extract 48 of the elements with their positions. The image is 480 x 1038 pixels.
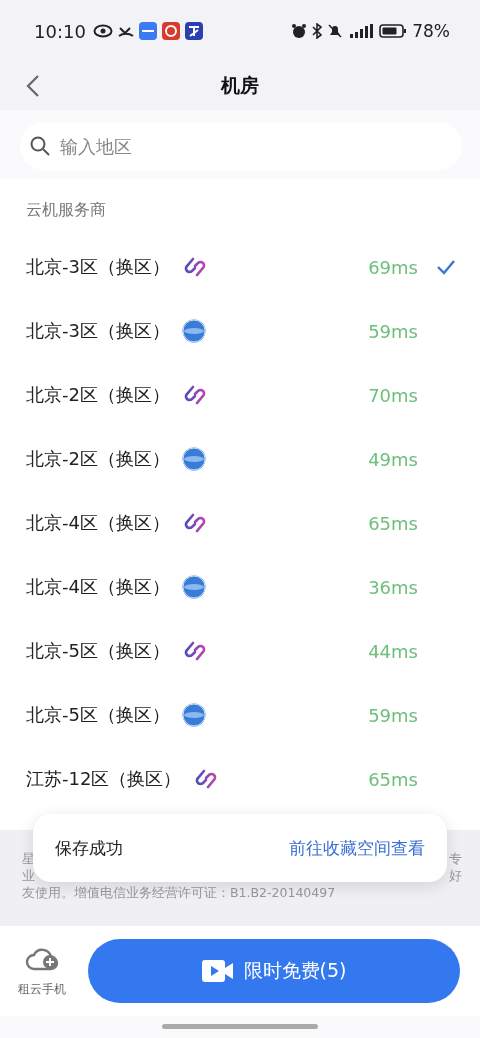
server-room-item[interactable]: 北京-4区（换区） 65ms [0, 491, 480, 555]
notice-text: 业 [22, 867, 35, 884]
server-room-item[interactable]: 北京-5区（换区） 44ms [0, 619, 480, 683]
alarm-icon [291, 23, 308, 39]
latency-text: 65ms [368, 768, 418, 790]
notice-text: 好 [449, 867, 462, 884]
status-time: 10:10 [34, 20, 86, 42]
server-room-item[interactable]: 北京-3区（换区） 59ms [0, 299, 480, 363]
mute-bell-icon [327, 23, 344, 39]
back-icon[interactable] [26, 74, 40, 98]
signal-icon [348, 23, 375, 39]
battery-level: 78% [412, 21, 450, 41]
latency-text: 59ms [368, 704, 418, 726]
toast-link[interactable]: 前往收藏空间查看 [289, 839, 425, 857]
notice-text: 星 [22, 850, 35, 867]
app-icon [184, 22, 203, 40]
eye-icon [92, 24, 113, 38]
latency-text: 49ms [368, 448, 418, 470]
server-room-item[interactable]: 北京-3区（换区） 69ms [0, 235, 480, 299]
globe-logo-icon [181, 703, 206, 727]
server-room-item[interactable]: 北京-2区（换区） 49ms [0, 427, 480, 491]
latency-text: 70ms [368, 384, 418, 406]
section-title: 云机服务商 [25, 199, 107, 221]
app-icon [138, 22, 157, 40]
server-room-item[interactable]: 北京-5区（换区） 59ms [0, 683, 480, 747]
globe-logo-icon [181, 575, 206, 599]
notice-text: 友使用。增值电信业务经营许可证：B1.B2-20140497 [22, 884, 337, 901]
page-title: 机房 [221, 73, 259, 98]
battery-icon [379, 23, 408, 39]
missed-call-icon [117, 24, 134, 38]
free-trial-button[interactable]: 限时免费(5) [88, 939, 460, 1003]
latency-text: 65ms [368, 512, 418, 534]
latency-text: 44ms [368, 640, 418, 662]
latency-text: 36ms [368, 576, 418, 598]
latency-text: 69ms [368, 256, 418, 278]
latency-text: 59ms [368, 320, 418, 342]
toast-message: 保存成功 [55, 839, 123, 857]
server-room-item[interactable]: 北京-2区（换区） 70ms [0, 363, 480, 427]
globe-logo-icon [181, 447, 206, 471]
video-icon [201, 959, 234, 983]
search-field[interactable]: 输入地区 [20, 122, 462, 170]
server-room-item[interactable]: 北京-4区（换区） 36ms [0, 555, 480, 619]
server-room-item[interactable]: 江苏-12区（换区） 65ms [0, 747, 480, 811]
globe-logo-icon [181, 319, 206, 343]
rent-phone-label[interactable]: 租云手机 [18, 980, 66, 998]
app-icon [161, 22, 180, 40]
notice-text: 专 [449, 850, 462, 867]
bluetooth-icon [312, 23, 323, 39]
